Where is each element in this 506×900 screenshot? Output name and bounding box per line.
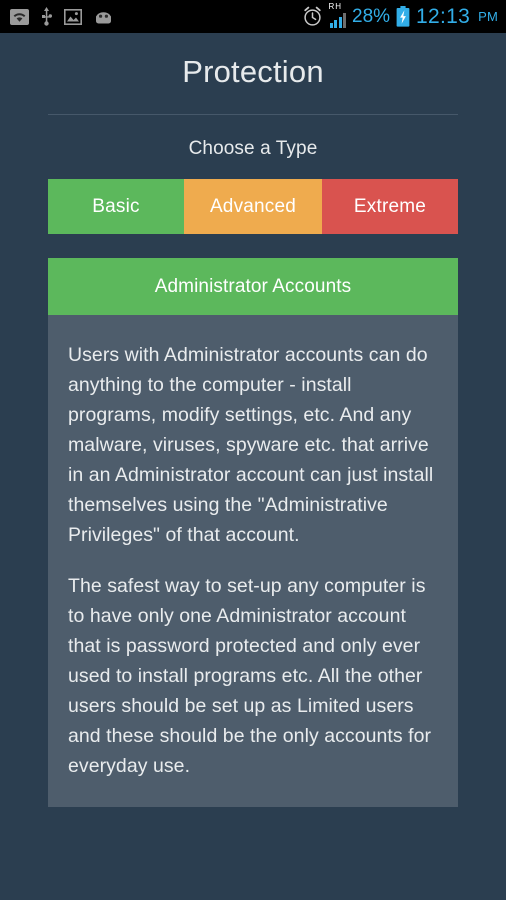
android-robot-icon xyxy=(93,9,114,24)
body-paragraph: Users with Administrator accounts can do… xyxy=(68,344,434,546)
card-header-label: Administrator Accounts xyxy=(154,275,352,297)
screenshot-icon xyxy=(64,8,82,25)
status-bar-left-icons xyxy=(10,7,114,26)
card-body: Users with Administrator accounts can do… xyxy=(48,315,458,807)
wifi-icon xyxy=(10,8,29,25)
tab-basic-label: Basic xyxy=(92,195,140,217)
clock-ampm: PM xyxy=(478,9,498,24)
tab-advanced-label: Advanced xyxy=(209,195,297,217)
battery-charging-icon xyxy=(396,6,410,27)
tab-extreme-label: Extreme xyxy=(353,195,427,217)
page-title: Protection xyxy=(182,54,324,89)
signal-bars xyxy=(329,12,346,28)
clock-time: 12:13 xyxy=(416,4,471,28)
status-bar[interactable]: RH 28% 12:13 PM xyxy=(0,0,506,33)
tab-advanced[interactable]: Advanced xyxy=(184,179,322,234)
type-tab-group: Basic Advanced Extreme xyxy=(48,179,458,234)
content-card: Administrator Accounts Users with Admini… xyxy=(48,258,458,807)
battery-percent-label: 28% xyxy=(352,5,391,27)
alarm-icon xyxy=(302,6,323,27)
tab-extreme[interactable]: Extreme xyxy=(322,179,458,234)
card-header[interactable]: Administrator Accounts xyxy=(48,258,458,315)
usb-icon xyxy=(40,7,53,26)
choose-type-label: Choose a Type xyxy=(188,138,318,159)
status-bar-right-indicators: RH 28% 12:13 PM xyxy=(302,1,499,29)
signal-strength-icon: RH xyxy=(328,1,346,28)
body-paragraph: The safest way to set-up any computer is… xyxy=(68,575,432,777)
roaming-label: RH xyxy=(328,1,343,11)
tab-basic[interactable]: Basic xyxy=(48,179,184,234)
title-divider xyxy=(48,114,458,115)
